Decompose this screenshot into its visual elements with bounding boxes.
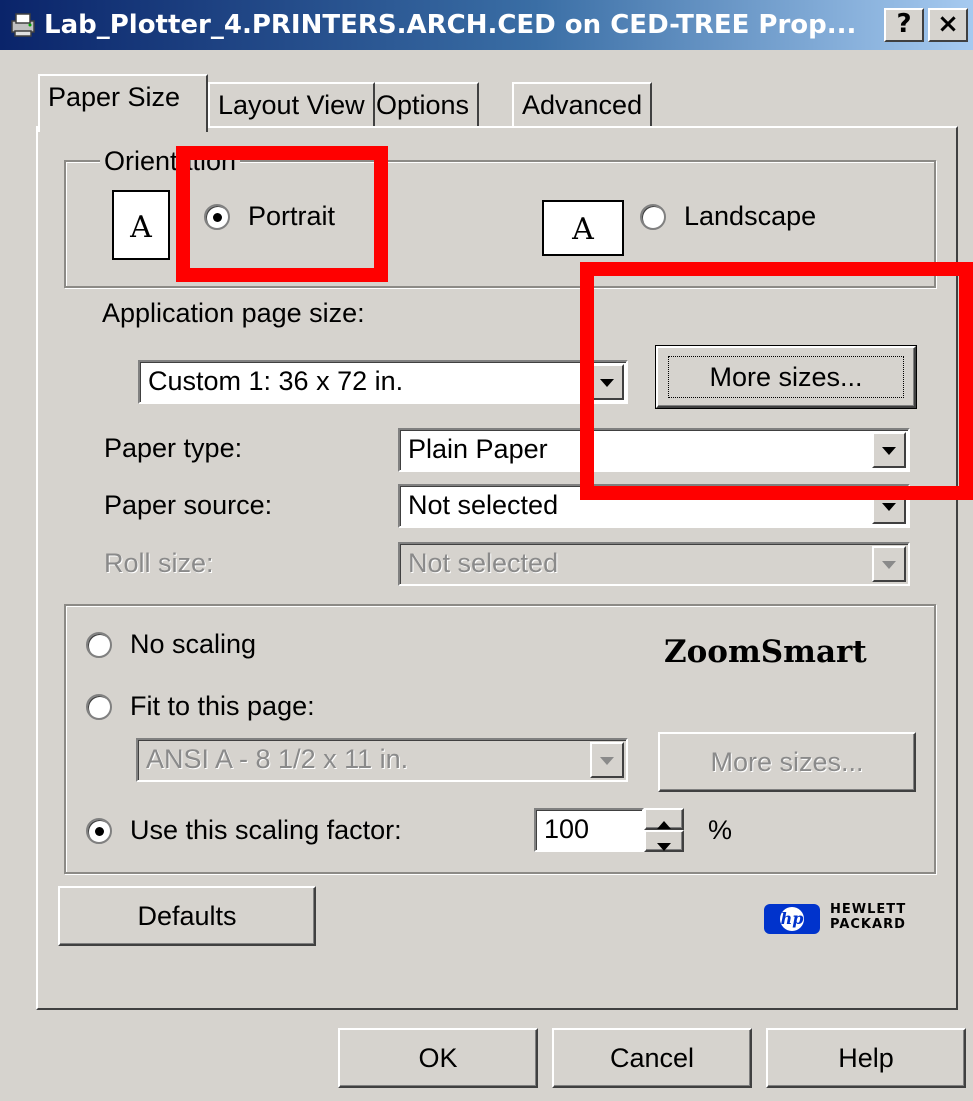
landscape-radio[interactable]	[640, 204, 666, 230]
tab-options[interactable]: Options	[366, 82, 480, 128]
no-scaling-radio[interactable]	[86, 632, 112, 658]
fit-to-page-radio[interactable]	[86, 694, 112, 720]
tab-paper-size[interactable]: Paper Size	[38, 74, 208, 132]
ok-button[interactable]: OK	[338, 1028, 538, 1088]
portrait-page-icon: A	[112, 190, 170, 260]
roll-size-select: Not selected	[398, 542, 910, 586]
printer-properties-dialog: Lab_Plotter_4.PRINTERS.ARCH.CED on CED-T…	[0, 0, 973, 1101]
cancel-button[interactable]: Cancel	[552, 1028, 752, 1088]
app-page-size-select[interactable]: Custom 1: 36 x 72 in.	[138, 360, 628, 404]
landscape-label[interactable]: Landscape	[684, 201, 816, 232]
chevron-down-icon	[872, 546, 906, 582]
arrow-down-icon	[657, 843, 671, 851]
paper-type-select[interactable]: Plain Paper	[398, 428, 910, 472]
paper-source-select[interactable]: Not selected	[398, 484, 910, 528]
hp-logo-icon: hp	[764, 904, 820, 934]
defaults-button[interactable]: Defaults	[58, 886, 316, 946]
printer-icon	[11, 13, 35, 37]
fit-page-select: ANSI A - 8 1/2 x 11 in.	[136, 738, 628, 782]
fit-to-page-label[interactable]: Fit to this page:	[130, 691, 315, 722]
scaling-factor-label[interactable]: Use this scaling factor:	[130, 815, 402, 846]
no-scaling-label[interactable]: No scaling	[130, 629, 256, 660]
app-page-size-label: Application page size:	[102, 298, 365, 328]
window-title: Lab_Plotter_4.PRINTERS.ARCH.CED on CED-T…	[44, 10, 857, 40]
percent-sign: %	[708, 815, 733, 845]
scaling-factor-radio[interactable]	[86, 818, 112, 844]
chevron-down-icon	[590, 742, 624, 778]
more-sizes-button[interactable]: More sizes...	[655, 345, 917, 409]
help-button[interactable]: Help	[766, 1028, 966, 1088]
portrait-radio[interactable]	[204, 204, 230, 230]
chevron-down-icon[interactable]	[872, 488, 906, 524]
scaling-factor-input[interactable]: 100	[534, 808, 644, 852]
roll-size-label: Roll size:	[104, 548, 214, 578]
chevron-down-icon[interactable]	[872, 432, 906, 468]
tab-layout-view[interactable]: Layout View	[208, 82, 375, 128]
landscape-page-icon: A	[542, 200, 624, 256]
paper-type-label: Paper type:	[104, 433, 243, 463]
chevron-down-icon[interactable]	[590, 364, 624, 400]
fit-more-sizes-button: More sizes...	[658, 732, 916, 792]
zoomsmart-logo: ZoomSmart	[664, 634, 867, 670]
spin-down-button[interactable]	[644, 830, 684, 852]
tab-advanced[interactable]: Advanced	[512, 82, 653, 128]
spin-up-button[interactable]	[644, 808, 684, 830]
portrait-label[interactable]: Portrait	[248, 201, 335, 232]
orientation-label: Orientation	[100, 146, 241, 177]
close-title-button[interactable]: ×	[928, 8, 968, 42]
help-title-button[interactable]: ?	[884, 8, 924, 42]
title-bar[interactable]: Lab_Plotter_4.PRINTERS.ARCH.CED on CED-T…	[0, 0, 973, 50]
paper-source-label: Paper source:	[104, 490, 273, 520]
hp-logo-text: HEWLETT PACKARD	[830, 902, 907, 932]
